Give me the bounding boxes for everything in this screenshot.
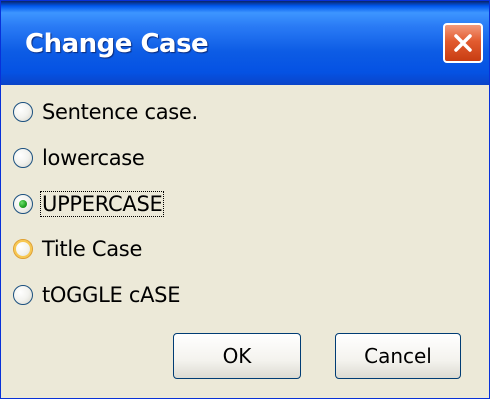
option-label-sentence-case: Sentence case. (42, 100, 198, 124)
radio-toggle-case[interactable] (13, 285, 33, 305)
radio-lowercase[interactable] (13, 148, 33, 168)
cancel-button[interactable]: Cancel (335, 333, 461, 379)
option-title-case[interactable]: Title Case (13, 231, 143, 267)
option-uppercase[interactable]: UPPERCASE (13, 186, 165, 222)
radio-title-case[interactable] (13, 239, 33, 259)
option-label-title-case: Title Case (42, 237, 143, 261)
dialog-title: Change Case (25, 29, 209, 59)
close-icon (454, 34, 472, 52)
radio-sentence-case[interactable] (13, 102, 33, 122)
ok-button[interactable]: OK (173, 333, 301, 379)
dialog-content: Sentence case. lowercase UPPERCASE Title… (5, 85, 485, 394)
option-label-uppercase: UPPERCASE (39, 191, 165, 217)
option-label-lowercase: lowercase (42, 146, 145, 170)
selected-dot (19, 200, 27, 208)
radio-uppercase[interactable] (13, 194, 33, 214)
close-button[interactable] (443, 23, 483, 63)
option-lowercase[interactable]: lowercase (13, 140, 146, 176)
title-bar[interactable]: Change Case (1, 1, 489, 85)
option-sentence-case[interactable]: Sentence case. (13, 94, 199, 130)
option-label-toggle-case: tOGGLE cASE (42, 283, 181, 307)
change-case-dialog: Change Case Sentence case. lowercase UPP… (0, 0, 490, 399)
option-toggle-case[interactable]: tOGGLE cASE (13, 277, 181, 313)
